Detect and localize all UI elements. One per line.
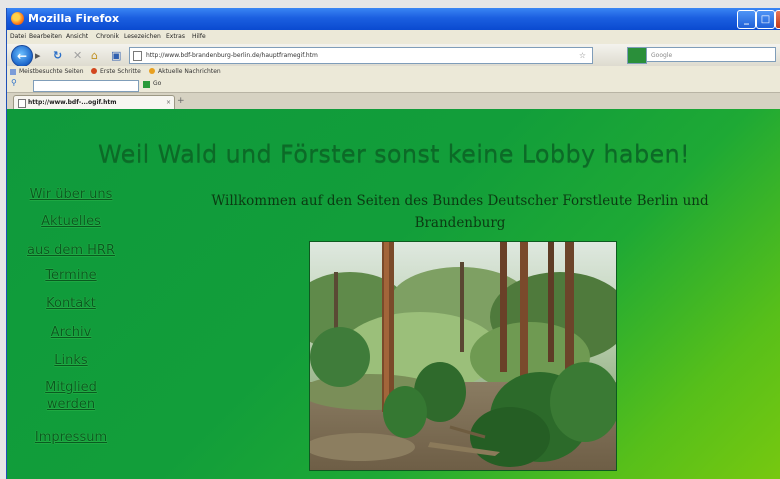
bookmark-folder-icon (10, 69, 16, 75)
window-title: Mozilla Firefox (28, 12, 120, 25)
url-input[interactable]: http://www.bdf-brandenburg-berlin.de/hau… (129, 47, 593, 64)
page-icon (18, 99, 26, 108)
magnifier-icon: ⚲ (11, 78, 17, 87)
bookmarks-toolbar: Meistbesuchte Seiten Erste Schritte Aktu… (7, 66, 780, 78)
maximize-button[interactable]: □ (756, 10, 775, 29)
page-content: Weil Wald und Förster sonst keine Lobby … (7, 109, 780, 479)
nav-link-links[interactable]: Links (7, 352, 135, 370)
stop-icon[interactable]: ✕ (73, 49, 82, 62)
nav-link-hrr[interactable]: aus dem HRR (7, 242, 135, 260)
browser-window: Mozilla Firefox _ □ X Datei Bearbeiten A… (6, 8, 780, 479)
bookmark-most-visited[interactable]: Meistbesuchte Seiten (19, 68, 84, 75)
forest-photo (309, 241, 617, 471)
new-tab-button[interactable]: + (177, 96, 185, 106)
menu-tools[interactable]: Extras (166, 33, 185, 40)
firefox-bookmark-icon (91, 68, 97, 74)
rss-icon (149, 68, 155, 74)
menu-edit[interactable]: Bearbeiten (29, 33, 62, 40)
title-bar: Mozilla Firefox _ □ X (7, 8, 780, 30)
search-engine-icon[interactable] (627, 47, 647, 64)
navigation-toolbar: ← ▸ ↻ ✕ ⌂ ▣ http://www.bdf-brandenburg-b… (7, 44, 780, 67)
search-toolbar: ⚲ Go (7, 78, 780, 93)
reload-icon[interactable]: ↻ (53, 49, 62, 62)
page-info-icon: ▣ (111, 49, 122, 62)
tab-strip: http://www.bdf-...ogif.htm × + (7, 93, 780, 110)
nav-link-imprint[interactable]: Impressum (7, 429, 135, 447)
back-arrow-icon[interactable]: ← (11, 45, 33, 67)
menu-bar: Datei Bearbeiten Ansicht Chronik Lesezei… (7, 30, 780, 44)
nav-link-contact[interactable]: Kontakt (7, 295, 135, 313)
menu-view[interactable]: Ansicht (66, 33, 88, 40)
page-icon (133, 51, 142, 61)
tab-label: http://www.bdf-...ogif.htm (28, 99, 117, 106)
bookmark-getting-started[interactable]: Erste Schritte (100, 68, 141, 75)
minimize-button[interactable]: _ (737, 10, 756, 29)
menu-history[interactable]: Chronik (96, 33, 119, 40)
star-icon[interactable]: ☆ (579, 48, 586, 63)
home-icon[interactable]: ⌂ (91, 49, 98, 62)
forward-arrow-icon[interactable]: ▸ (35, 49, 41, 62)
menu-bookmarks[interactable]: Lesezeichen (124, 33, 161, 40)
nav-link-archive[interactable]: Archiv (7, 324, 135, 342)
page-slogan: Weil Wald und Förster sonst keine Lobby … (98, 140, 690, 168)
nav-link-news[interactable]: Aktuelles (7, 213, 135, 231)
go-button[interactable]: Go (153, 80, 161, 87)
nav-link-membership[interactable]: Mitglied werden (35, 379, 107, 413)
firefox-logo-icon (11, 12, 24, 25)
go-icon (143, 81, 150, 88)
search-input[interactable]: Google (646, 47, 776, 62)
toolbar-search-input[interactable] (33, 80, 139, 92)
tab-close-icon[interactable]: × (166, 96, 171, 110)
menu-help[interactable]: Hilfe (192, 33, 206, 40)
nav-link-dates[interactable]: Termine (7, 267, 135, 285)
nav-link-about[interactable]: Wir über uns (7, 186, 135, 204)
tab-active[interactable]: http://www.bdf-...ogif.htm × (13, 95, 175, 110)
menu-file[interactable]: Datei (10, 33, 26, 40)
welcome-heading: Willkommen auf den Seiten des Bundes Deu… (211, 193, 709, 231)
close-button[interactable]: X (775, 10, 780, 29)
url-text: http://www.bdf-brandenburg-berlin.de/hau… (146, 52, 318, 59)
bookmark-news[interactable]: Aktuelle Nachrichten (158, 68, 221, 75)
